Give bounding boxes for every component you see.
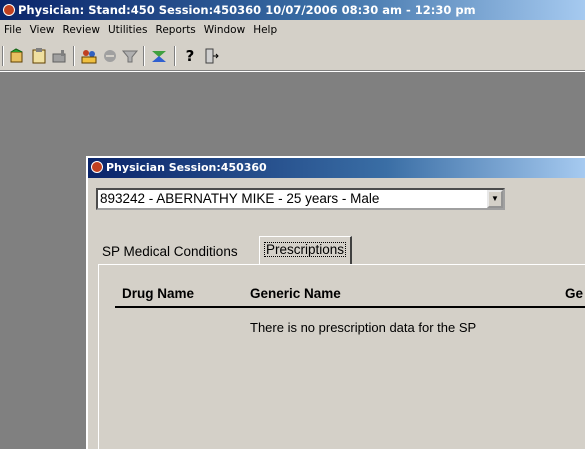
toolbar-grip <box>2 46 4 66</box>
toolbar-separator <box>174 46 176 66</box>
new-icon[interactable] <box>8 47 26 65</box>
menu-reports[interactable]: Reports <box>152 21 200 40</box>
menu-help[interactable]: Help <box>249 21 281 40</box>
funnel-icon[interactable] <box>121 47 139 65</box>
participant-select-value: 893242 - ABERNATHY MIKE - 25 years - Mal… <box>100 191 380 206</box>
app-title: Physician: Stand:450 Session:450360 10/0… <box>18 3 476 17</box>
edit-icon[interactable] <box>50 47 68 65</box>
people-icon[interactable] <box>80 47 98 65</box>
column-header-ge[interactable]: Ge <box>565 286 583 301</box>
menu-view[interactable]: View <box>26 21 59 40</box>
help-icon[interactable]: ? <box>181 47 199 65</box>
menu-utilities[interactable]: Utilities <box>104 21 152 40</box>
empty-message: There is no prescription data for the SP <box>250 320 477 335</box>
exit-icon[interactable] <box>202 47 220 65</box>
window-icon <box>91 161 103 173</box>
menu-file[interactable]: File <box>0 21 26 40</box>
header-divider <box>115 306 585 308</box>
toolbar-separator <box>143 46 145 66</box>
toolbar: ? <box>0 43 585 71</box>
app-window: Physician: Stand:450 Session:450360 10/0… <box>0 0 585 449</box>
child-title-bar: Physician Session:450360 <box>88 158 585 178</box>
tab-prescriptions[interactable]: Prescriptions <box>259 236 353 265</box>
tab-label: Prescriptions <box>264 242 347 257</box>
menu-bar: File View Review Utilities Reports Window Help <box>0 21 585 40</box>
app-icon <box>3 4 15 16</box>
tab-sp-medical-conditions[interactable]: SP Medical Conditions <box>102 240 238 264</box>
chart-icon[interactable] <box>150 47 168 65</box>
menu-window[interactable]: Window <box>200 21 249 40</box>
participant-select[interactable]: 893242 - ABERNATHY MIKE - 25 years - Mal… <box>96 188 505 210</box>
column-header-generic-name[interactable]: Generic Name <box>250 286 341 301</box>
clipboard-icon[interactable] <box>30 47 48 65</box>
stop-icon[interactable] <box>101 47 119 65</box>
toolbar-separator <box>73 46 75 66</box>
tab-label: SP Medical Conditions <box>102 244 238 259</box>
physician-session-window: Physician Session:450360 893242 - ABERNA… <box>86 156 585 449</box>
menu-review[interactable]: Review <box>59 21 104 40</box>
child-title: Physician Session:450360 <box>106 161 267 174</box>
column-header-drug-name[interactable]: Drug Name <box>122 286 194 301</box>
chevron-down-icon[interactable]: ▼ <box>487 190 503 208</box>
app-title-bar: Physician: Stand:450 Session:450360 10/0… <box>0 0 585 20</box>
